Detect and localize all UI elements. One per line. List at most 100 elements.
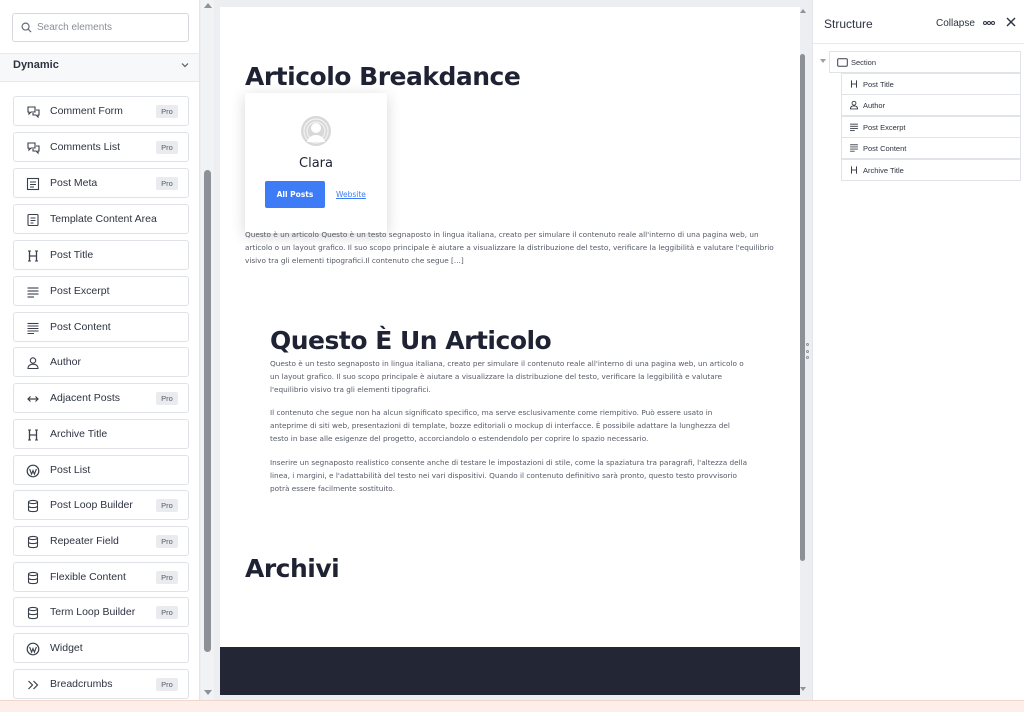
element-post-title[interactable]: Post Title xyxy=(13,240,189,270)
element-template-content-area[interactable]: Template Content Area xyxy=(13,204,189,234)
post-content-paragraph[interactable]: Inserire un segnaposto realistico consen… xyxy=(270,457,750,495)
scroll-up-arrow-icon[interactable] xyxy=(204,3,212,8)
author-box[interactable]: Clara All Posts Website xyxy=(245,93,387,233)
footer-section[interactable] xyxy=(220,647,800,695)
panel-resize-handle[interactable] xyxy=(805,343,810,359)
tree-node-post-excerpt[interactable]: Post Excerpt xyxy=(841,116,1021,138)
category-label: Dynamic xyxy=(13,59,59,71)
database-icon xyxy=(25,534,41,550)
element-label: Term Loop Builder xyxy=(50,606,136,618)
tree-node-label: Archive Title xyxy=(863,166,904,175)
element-comment-form[interactable]: Comment Form Pro xyxy=(13,96,189,126)
pro-badge: Pro xyxy=(156,392,178,405)
archive-title[interactable]: Archivi xyxy=(245,554,340,583)
pro-badge: Pro xyxy=(156,105,178,118)
collapse-button[interactable]: Collapse xyxy=(936,18,975,29)
element-post-content[interactable]: Post Content xyxy=(13,312,189,342)
tree-node-label: Post Content xyxy=(863,144,907,153)
close-icon[interactable] xyxy=(1006,17,1016,27)
builder-canvas[interactable]: Articolo Breakdance Clara All Posts Webs… xyxy=(220,7,800,695)
heading-icon xyxy=(848,164,860,176)
author-name: Clara xyxy=(299,156,333,171)
element-label: Post Meta xyxy=(50,177,98,189)
element-label: Breadcrumbs xyxy=(50,678,113,690)
all-posts-button[interactable]: All Posts xyxy=(265,181,325,208)
heading-icon xyxy=(848,78,860,90)
section-icon xyxy=(836,56,848,68)
tree-node-label: Post Excerpt xyxy=(863,123,906,132)
category-header-dynamic[interactable]: Dynamic xyxy=(0,54,199,82)
element-label: Repeater Field xyxy=(50,535,119,547)
template-icon xyxy=(25,212,41,228)
element-post-excerpt[interactable]: Post Excerpt xyxy=(13,276,189,306)
element-repeater-field[interactable]: Repeater Field Pro xyxy=(13,526,189,556)
scroll-down-arrow-icon[interactable] xyxy=(204,690,212,695)
element-label: Post List xyxy=(50,464,91,476)
element-label: Post Excerpt xyxy=(50,285,110,297)
post-meta-icon xyxy=(25,176,41,192)
tree-node-author[interactable]: Author xyxy=(841,94,1021,116)
pro-badge: Pro xyxy=(156,177,178,190)
scroll-down-arrow-icon[interactable] xyxy=(800,687,806,691)
scrollbar-thumb[interactable] xyxy=(204,170,211,652)
element-comments-list[interactable]: Comments List Pro xyxy=(13,132,189,162)
element-label: Widget xyxy=(50,642,83,654)
user-icon xyxy=(848,99,860,111)
pro-badge: Pro xyxy=(156,571,178,584)
post-content-paragraph[interactable]: Questo è un testo segnaposto in lingua i… xyxy=(270,358,750,396)
element-flexible-content[interactable]: Flexible Content Pro xyxy=(13,562,189,592)
text-block-icon xyxy=(25,320,41,336)
pro-badge: Pro xyxy=(156,678,178,691)
element-post-meta[interactable]: Post Meta Pro xyxy=(13,168,189,198)
element-term-loop-builder[interactable]: Term Loop Builder Pro xyxy=(13,597,189,627)
user-icon xyxy=(25,355,41,371)
database-icon xyxy=(25,605,41,621)
more-options-icon[interactable] xyxy=(983,21,995,26)
search-icon xyxy=(21,22,32,33)
elements-panel: Dynamic Comment Form Pro Comments List P… xyxy=(0,0,200,700)
element-label: Author xyxy=(50,356,81,368)
element-post-list[interactable]: Post List xyxy=(13,455,189,485)
search-input[interactable] xyxy=(37,15,185,40)
chevrons-right-icon xyxy=(25,677,41,693)
post-content-title[interactable]: Questo È Un Articolo xyxy=(270,326,552,355)
scroll-up-arrow-icon[interactable] xyxy=(800,9,806,13)
tree-node-section[interactable]: Section xyxy=(829,51,1021,73)
tree-expand-caret-icon[interactable] xyxy=(820,59,826,63)
database-icon xyxy=(25,570,41,586)
website-link[interactable]: Website xyxy=(336,190,366,199)
divider xyxy=(813,43,1024,44)
element-adjacent-posts[interactable]: Adjacent Posts Pro xyxy=(13,383,189,413)
tree-node-label: Author xyxy=(863,101,886,110)
tree-node-post-content[interactable]: Post Content xyxy=(841,137,1021,159)
element-label: Flexible Content xyxy=(50,571,126,583)
tree-node-post-title[interactable]: Post Title xyxy=(841,73,1021,95)
post-title[interactable]: Articolo Breakdance xyxy=(245,62,521,91)
pro-badge: Pro xyxy=(156,606,178,619)
pro-badge: Pro xyxy=(156,535,178,548)
structure-title: Structure xyxy=(824,17,873,31)
chevron-down-icon xyxy=(181,63,189,68)
elements-scrollbar[interactable] xyxy=(201,0,214,700)
element-widget[interactable]: Widget xyxy=(13,633,189,663)
element-label: Template Content Area xyxy=(50,213,157,225)
structure-panel: Structure Collapse Section Post Title Au… xyxy=(812,0,1024,700)
tree-node-archive-title[interactable]: Archive Title xyxy=(841,159,1021,181)
database-icon xyxy=(25,498,41,514)
tree-node-label: Post Title xyxy=(863,80,894,89)
post-content-paragraph[interactable]: Il contenuto che segue non ha alcun sign… xyxy=(270,407,750,445)
post-excerpt[interactable]: Questo è un articolo Questo è un testo s… xyxy=(245,229,775,267)
tree-node-label: Section xyxy=(851,58,877,67)
arrows-horizontal-icon xyxy=(25,391,41,407)
heading-icon xyxy=(25,248,41,264)
element-author[interactable]: Author xyxy=(13,347,189,377)
heading-icon xyxy=(25,427,41,443)
element-post-loop-builder[interactable]: Post Loop Builder Pro xyxy=(13,490,189,520)
element-archive-title[interactable]: Archive Title xyxy=(13,419,189,449)
avatar xyxy=(301,116,331,146)
element-label: Comment Form xyxy=(50,105,123,117)
element-breadcrumbs[interactable]: Breadcrumbs Pro xyxy=(13,669,189,699)
search-box[interactable] xyxy=(12,13,189,42)
element-label: Comments List xyxy=(50,141,121,153)
canvas-scrollbar-thumb[interactable] xyxy=(800,54,805,561)
